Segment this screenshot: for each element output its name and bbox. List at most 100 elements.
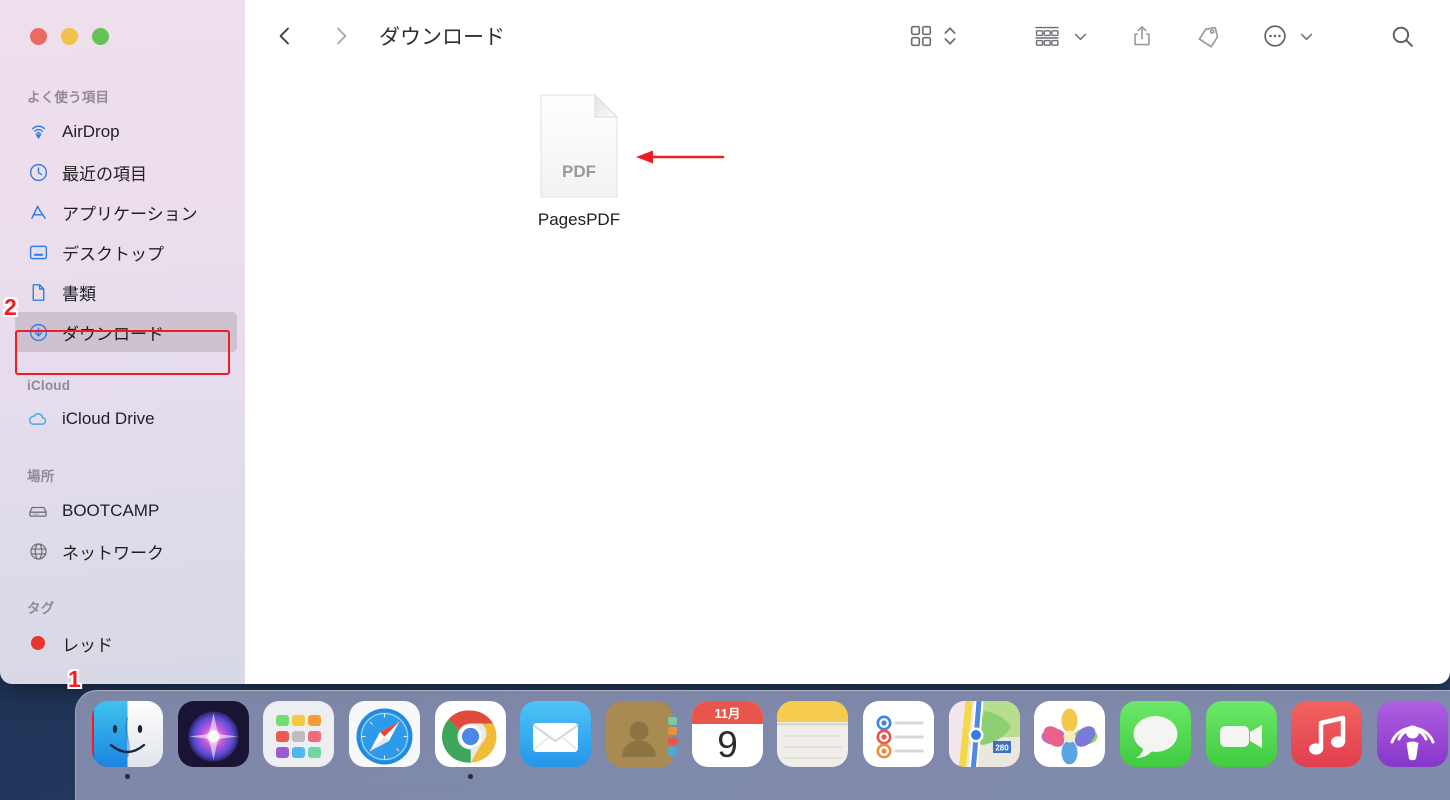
dock-item-facetime[interactable] bbox=[1204, 701, 1279, 779]
sidebar-item-icloud-drive[interactable]: iCloud Drive bbox=[0, 399, 245, 439]
sidebar-scroll[interactable]: よく使う項目 AirDrop 最近の項目 アプリケーション デスクトップ 書類 … bbox=[0, 0, 245, 663]
finder-window: よく使う項目 AirDrop 最近の項目 アプリケーション デスクトップ 書類 … bbox=[0, 0, 1450, 684]
sidebar-section-favorites-title: よく使う項目 bbox=[27, 90, 110, 105]
dock-item-chrome[interactable] bbox=[433, 701, 508, 779]
sidebar-item-bootcamp[interactable]: BOOTCAMP bbox=[0, 491, 245, 531]
dock-item-siri[interactable] bbox=[176, 701, 251, 779]
sidebar-item-label: AirDrop bbox=[62, 122, 120, 141]
calendar-month-label: 11月 bbox=[714, 707, 740, 721]
page-title: ダウンロード bbox=[379, 26, 505, 49]
facetime-icon bbox=[1205, 701, 1277, 768]
search-button[interactable] bbox=[1383, 14, 1422, 58]
sidebar-item-recents[interactable]: 最近の項目 bbox=[0, 152, 245, 192]
minimize-button[interactable] bbox=[61, 28, 78, 45]
sidebar-item-label: デスクトップ bbox=[62, 244, 164, 264]
maps-highway-label: 280 bbox=[995, 744, 1009, 753]
dock-item-maps[interactable]: 280 bbox=[947, 701, 1022, 779]
dock-item-calendar[interactable]: 11月 9 bbox=[690, 701, 765, 779]
group-by-button[interactable] bbox=[1026, 14, 1068, 58]
file-grid[interactable]: PDF PagesPDF bbox=[245, 72, 1450, 684]
sidebar-item-documents[interactable]: 書類 bbox=[0, 272, 245, 312]
sidebar-item-label: ダウンロード bbox=[62, 324, 164, 344]
podcasts-icon bbox=[1377, 701, 1449, 768]
applications-icon bbox=[27, 201, 49, 223]
dock-item-safari[interactable] bbox=[347, 701, 422, 779]
more-options-chevron-down-icon[interactable] bbox=[1294, 14, 1321, 58]
annotation-badge-2: 2 bbox=[4, 294, 17, 320]
calendar-day-label: 9 bbox=[717, 724, 738, 765]
dock-item-launchpad[interactable] bbox=[261, 701, 336, 779]
share-button[interactable] bbox=[1123, 14, 1161, 58]
sidebar-item-network[interactable]: ネットワーク bbox=[0, 531, 245, 571]
sidebar-item-label: アプリケーション bbox=[62, 204, 198, 224]
sidebar-section-tags-title: タグ bbox=[27, 601, 55, 616]
group-by-chevron-down-icon[interactable] bbox=[1068, 14, 1095, 58]
back-button[interactable] bbox=[263, 14, 307, 58]
dock-item-music[interactable] bbox=[1290, 701, 1365, 779]
sidebar-item-downloads[interactable]: ダウンロード bbox=[15, 312, 237, 352]
safari-icon bbox=[348, 701, 420, 768]
sidebar-item-tag-red[interactable]: レッド bbox=[0, 623, 245, 663]
sidebar-item-label: iCloud Drive bbox=[62, 409, 155, 428]
music-icon bbox=[1291, 701, 1363, 768]
annotation-badge-1: 1 bbox=[68, 666, 81, 692]
dock: 11月 9 280 bbox=[75, 690, 1450, 800]
harddisk-icon bbox=[27, 500, 49, 522]
dock-item-mail[interactable] bbox=[518, 701, 593, 779]
dock-item-finder[interactable] bbox=[90, 701, 165, 779]
forward-button[interactable] bbox=[319, 14, 363, 58]
sidebar-item-label: ネットワーク bbox=[62, 543, 164, 563]
tag-button[interactable] bbox=[1189, 14, 1228, 58]
notes-icon bbox=[777, 701, 849, 768]
airdrop-icon bbox=[27, 121, 49, 143]
finder-toolbar: ダウンロード bbox=[245, 0, 1450, 72]
pdf-badge-text: PDF bbox=[562, 162, 596, 181]
maps-icon: 280 bbox=[948, 701, 1020, 768]
launchpad-icon bbox=[263, 701, 335, 768]
zoom-button[interactable] bbox=[92, 28, 109, 45]
dock-item-podcasts[interactable] bbox=[1375, 701, 1450, 779]
running-indicator bbox=[467, 774, 473, 779]
calendar-icon: 11月 9 bbox=[691, 701, 763, 768]
finder-icon bbox=[91, 701, 163, 768]
dock-item-notes[interactable] bbox=[776, 701, 851, 779]
desktop-icon bbox=[27, 241, 49, 263]
red-dot-icon bbox=[27, 632, 49, 654]
clock-icon bbox=[27, 161, 49, 183]
sidebar-item-applications[interactable]: アプリケーション bbox=[0, 192, 245, 232]
red-arrow-annotation bbox=[636, 150, 725, 164]
sidebar-item-label: 書類 bbox=[62, 284, 96, 304]
traffic-lights bbox=[30, 28, 109, 45]
siri-icon bbox=[177, 701, 249, 768]
sidebar-section-icloud-title: iCloud bbox=[27, 378, 71, 393]
document-icon bbox=[27, 281, 49, 303]
reminders-icon bbox=[863, 701, 935, 768]
sidebar-section-locations-title: 場所 bbox=[27, 469, 55, 484]
more-options-button[interactable] bbox=[1256, 14, 1294, 58]
dock-item-messages[interactable] bbox=[1118, 701, 1193, 779]
view-mode-stepper[interactable] bbox=[940, 14, 964, 58]
sidebar-item-label: レッド bbox=[62, 635, 113, 655]
contacts-icon bbox=[605, 701, 677, 768]
finder-main-pane: ダウンロード PDF PagesPDF bbox=[245, 0, 1450, 684]
mail-icon bbox=[520, 701, 592, 768]
close-button[interactable] bbox=[30, 28, 47, 45]
dock-item-reminders[interactable] bbox=[861, 701, 936, 779]
globe-icon bbox=[27, 540, 49, 562]
cloud-icon bbox=[27, 408, 49, 430]
file-name-label: PagesPDF bbox=[537, 210, 621, 229]
sidebar-item-label: 最近の項目 bbox=[62, 164, 147, 184]
sidebar-item-airdrop[interactable]: AirDrop bbox=[0, 112, 245, 152]
download-icon bbox=[27, 321, 49, 343]
messages-icon bbox=[1120, 701, 1192, 768]
view-mode-button[interactable] bbox=[902, 14, 940, 58]
chrome-icon bbox=[434, 701, 506, 768]
sidebar-item-desktop[interactable]: デスクトップ bbox=[0, 232, 245, 272]
running-indicator bbox=[124, 774, 130, 779]
file-item-pagespdf[interactable]: PDF PagesPDF bbox=[513, 90, 645, 230]
sidebar-item-label: BOOTCAMP bbox=[62, 501, 160, 520]
pdf-file-icon: PDF bbox=[513, 90, 645, 200]
dock-item-contacts[interactable] bbox=[604, 701, 679, 779]
photos-icon bbox=[1034, 701, 1106, 768]
dock-item-photos[interactable] bbox=[1033, 701, 1108, 779]
